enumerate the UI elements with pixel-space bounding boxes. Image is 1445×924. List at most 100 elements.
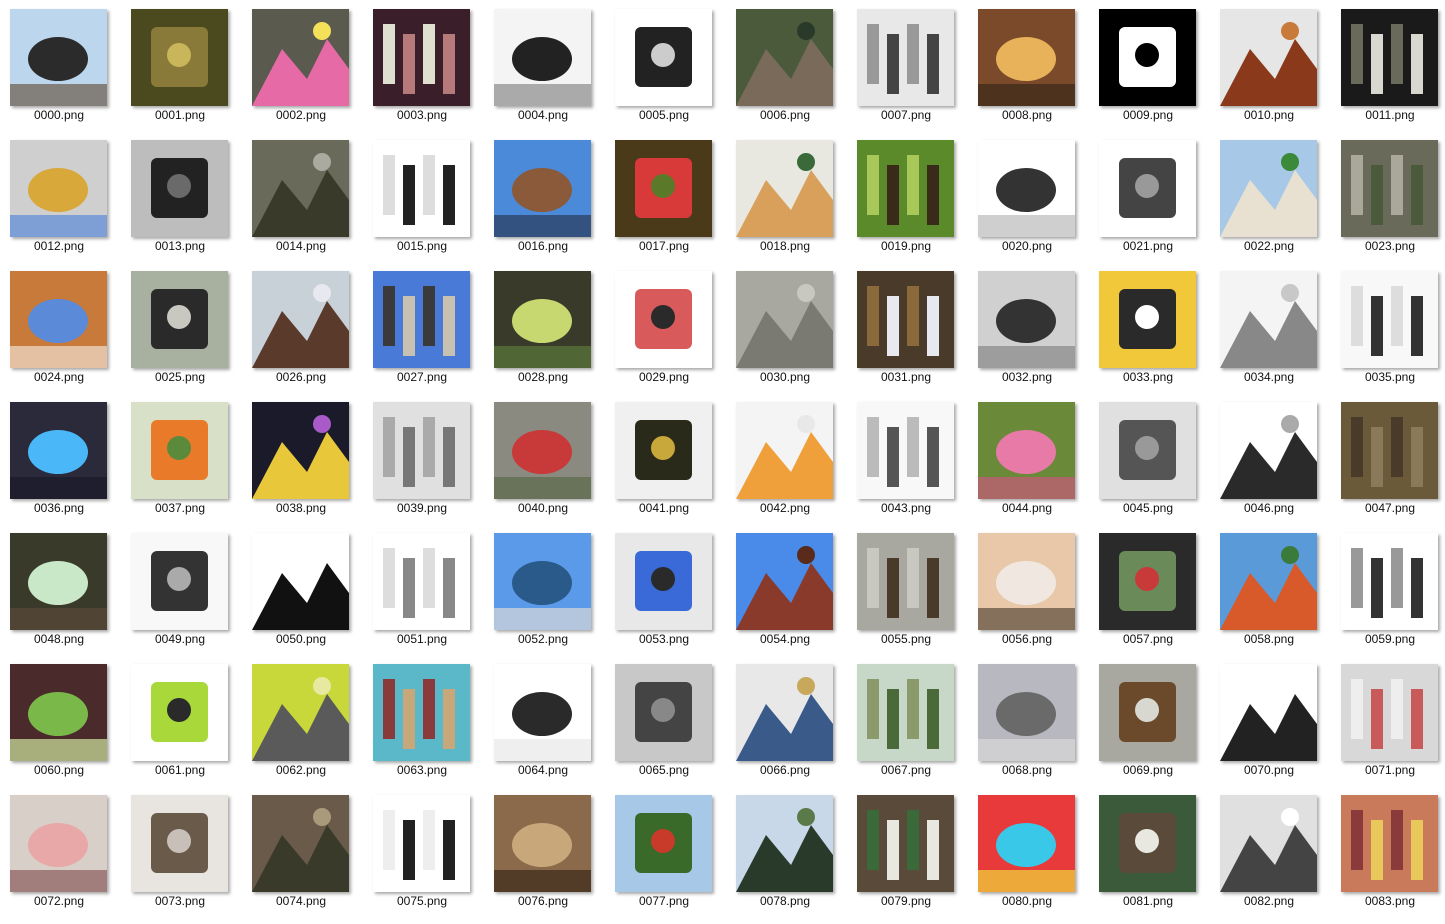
file-thumbnail[interactable] [10, 140, 107, 237]
file-item[interactable]: 0039.png [363, 393, 484, 524]
file-item[interactable]: 0075.png [363, 786, 484, 917]
file-thumbnail[interactable] [978, 664, 1075, 761]
file-item[interactable]: 0031.png [847, 262, 968, 393]
file-thumbnail[interactable] [252, 795, 349, 892]
file-thumbnail[interactable] [373, 795, 470, 892]
file-thumbnail[interactable] [1341, 140, 1438, 237]
file-thumbnail[interactable] [1220, 140, 1317, 237]
file-thumbnail[interactable] [1099, 271, 1196, 368]
file-thumbnail[interactable] [494, 271, 591, 368]
file-thumbnail[interactable] [131, 271, 228, 368]
file-thumbnail[interactable] [10, 271, 107, 368]
file-item[interactable]: 0057.png [1089, 524, 1210, 655]
file-thumbnail[interactable] [1099, 795, 1196, 892]
file-thumbnail[interactable] [1099, 533, 1196, 630]
file-item[interactable]: 0010.png [1210, 0, 1331, 131]
file-item[interactable]: 0064.png [484, 655, 605, 786]
file-thumbnail[interactable] [252, 9, 349, 106]
file-thumbnail[interactable] [494, 140, 591, 237]
file-thumbnail[interactable] [736, 271, 833, 368]
file-thumbnail[interactable] [1341, 9, 1438, 106]
file-item[interactable]: 0004.png [484, 0, 605, 131]
file-thumbnail[interactable] [615, 795, 712, 892]
file-item[interactable]: 0022.png [1210, 131, 1331, 262]
file-item[interactable]: 0062.png [242, 655, 363, 786]
file-item[interactable]: 0056.png [968, 524, 1089, 655]
file-thumbnail[interactable] [978, 9, 1075, 106]
file-thumbnail[interactable] [978, 140, 1075, 237]
file-item[interactable]: 0000.png [0, 0, 121, 131]
file-thumbnail[interactable] [1341, 271, 1438, 368]
file-item[interactable]: 0042.png [726, 393, 847, 524]
file-item[interactable]: 0032.png [968, 262, 1089, 393]
file-item[interactable]: 0026.png [242, 262, 363, 393]
file-item[interactable]: 0030.png [726, 262, 847, 393]
file-item[interactable]: 0007.png [847, 0, 968, 131]
file-thumbnail[interactable] [736, 9, 833, 106]
file-item[interactable]: 0059.png [1331, 524, 1445, 655]
file-thumbnail[interactable] [373, 402, 470, 499]
file-item[interactable]: 0066.png [726, 655, 847, 786]
file-item[interactable]: 0076.png [484, 786, 605, 917]
file-item[interactable]: 0046.png [1210, 393, 1331, 524]
file-thumbnail[interactable] [857, 402, 954, 499]
file-item[interactable]: 0017.png [605, 131, 726, 262]
file-item[interactable]: 0065.png [605, 655, 726, 786]
file-item[interactable]: 0058.png [1210, 524, 1331, 655]
file-item[interactable]: 0070.png [1210, 655, 1331, 786]
file-thumbnail[interactable] [10, 795, 107, 892]
file-thumbnail[interactable] [1220, 533, 1317, 630]
file-item[interactable]: 0078.png [726, 786, 847, 917]
file-thumbnail[interactable] [978, 271, 1075, 368]
file-item[interactable]: 0027.png [363, 262, 484, 393]
file-item[interactable]: 0001.png [121, 0, 242, 131]
file-thumbnail[interactable] [10, 533, 107, 630]
file-item[interactable]: 0073.png [121, 786, 242, 917]
file-item[interactable]: 0061.png [121, 655, 242, 786]
file-item[interactable]: 0014.png [242, 131, 363, 262]
file-item[interactable]: 0029.png [605, 262, 726, 393]
file-thumbnail[interactable] [494, 402, 591, 499]
file-item[interactable]: 0025.png [121, 262, 242, 393]
file-thumbnail[interactable] [736, 533, 833, 630]
file-thumbnail[interactable] [1220, 9, 1317, 106]
file-thumbnail[interactable] [10, 9, 107, 106]
file-thumbnail[interactable] [615, 533, 712, 630]
file-thumbnail[interactable] [1220, 402, 1317, 499]
file-thumbnail[interactable] [10, 664, 107, 761]
file-item[interactable]: 0048.png [0, 524, 121, 655]
file-thumbnail[interactable] [373, 664, 470, 761]
file-item[interactable]: 0020.png [968, 131, 1089, 262]
file-thumbnail[interactable] [615, 271, 712, 368]
file-thumbnail[interactable] [494, 664, 591, 761]
file-item[interactable]: 0069.png [1089, 655, 1210, 786]
file-item[interactable]: 0034.png [1210, 262, 1331, 393]
file-thumbnail[interactable] [1099, 664, 1196, 761]
file-item[interactable]: 0063.png [363, 655, 484, 786]
file-item[interactable]: 0072.png [0, 786, 121, 917]
file-thumbnail[interactable] [857, 140, 954, 237]
file-item[interactable]: 0009.png [1089, 0, 1210, 131]
file-thumbnail[interactable] [736, 140, 833, 237]
file-thumbnail[interactable] [1341, 533, 1438, 630]
file-item[interactable]: 0068.png [968, 655, 1089, 786]
file-thumbnail[interactable] [1220, 271, 1317, 368]
file-thumbnail[interactable] [252, 533, 349, 630]
file-item[interactable]: 0011.png [1331, 0, 1445, 131]
file-item[interactable]: 0023.png [1331, 131, 1445, 262]
file-thumbnail[interactable] [131, 795, 228, 892]
file-thumbnail[interactable] [857, 9, 954, 106]
file-thumbnail[interactable] [131, 402, 228, 499]
file-item[interactable]: 0055.png [847, 524, 968, 655]
file-item[interactable]: 0060.png [0, 655, 121, 786]
file-item[interactable]: 0044.png [968, 393, 1089, 524]
file-thumbnail[interactable] [615, 140, 712, 237]
file-thumbnail[interactable] [615, 9, 712, 106]
file-item[interactable]: 0052.png [484, 524, 605, 655]
file-item[interactable]: 0002.png [242, 0, 363, 131]
file-thumbnail[interactable] [373, 9, 470, 106]
file-thumbnail[interactable] [373, 533, 470, 630]
file-thumbnail[interactable] [1220, 664, 1317, 761]
file-thumbnail[interactable] [736, 795, 833, 892]
file-item[interactable]: 0019.png [847, 131, 968, 262]
